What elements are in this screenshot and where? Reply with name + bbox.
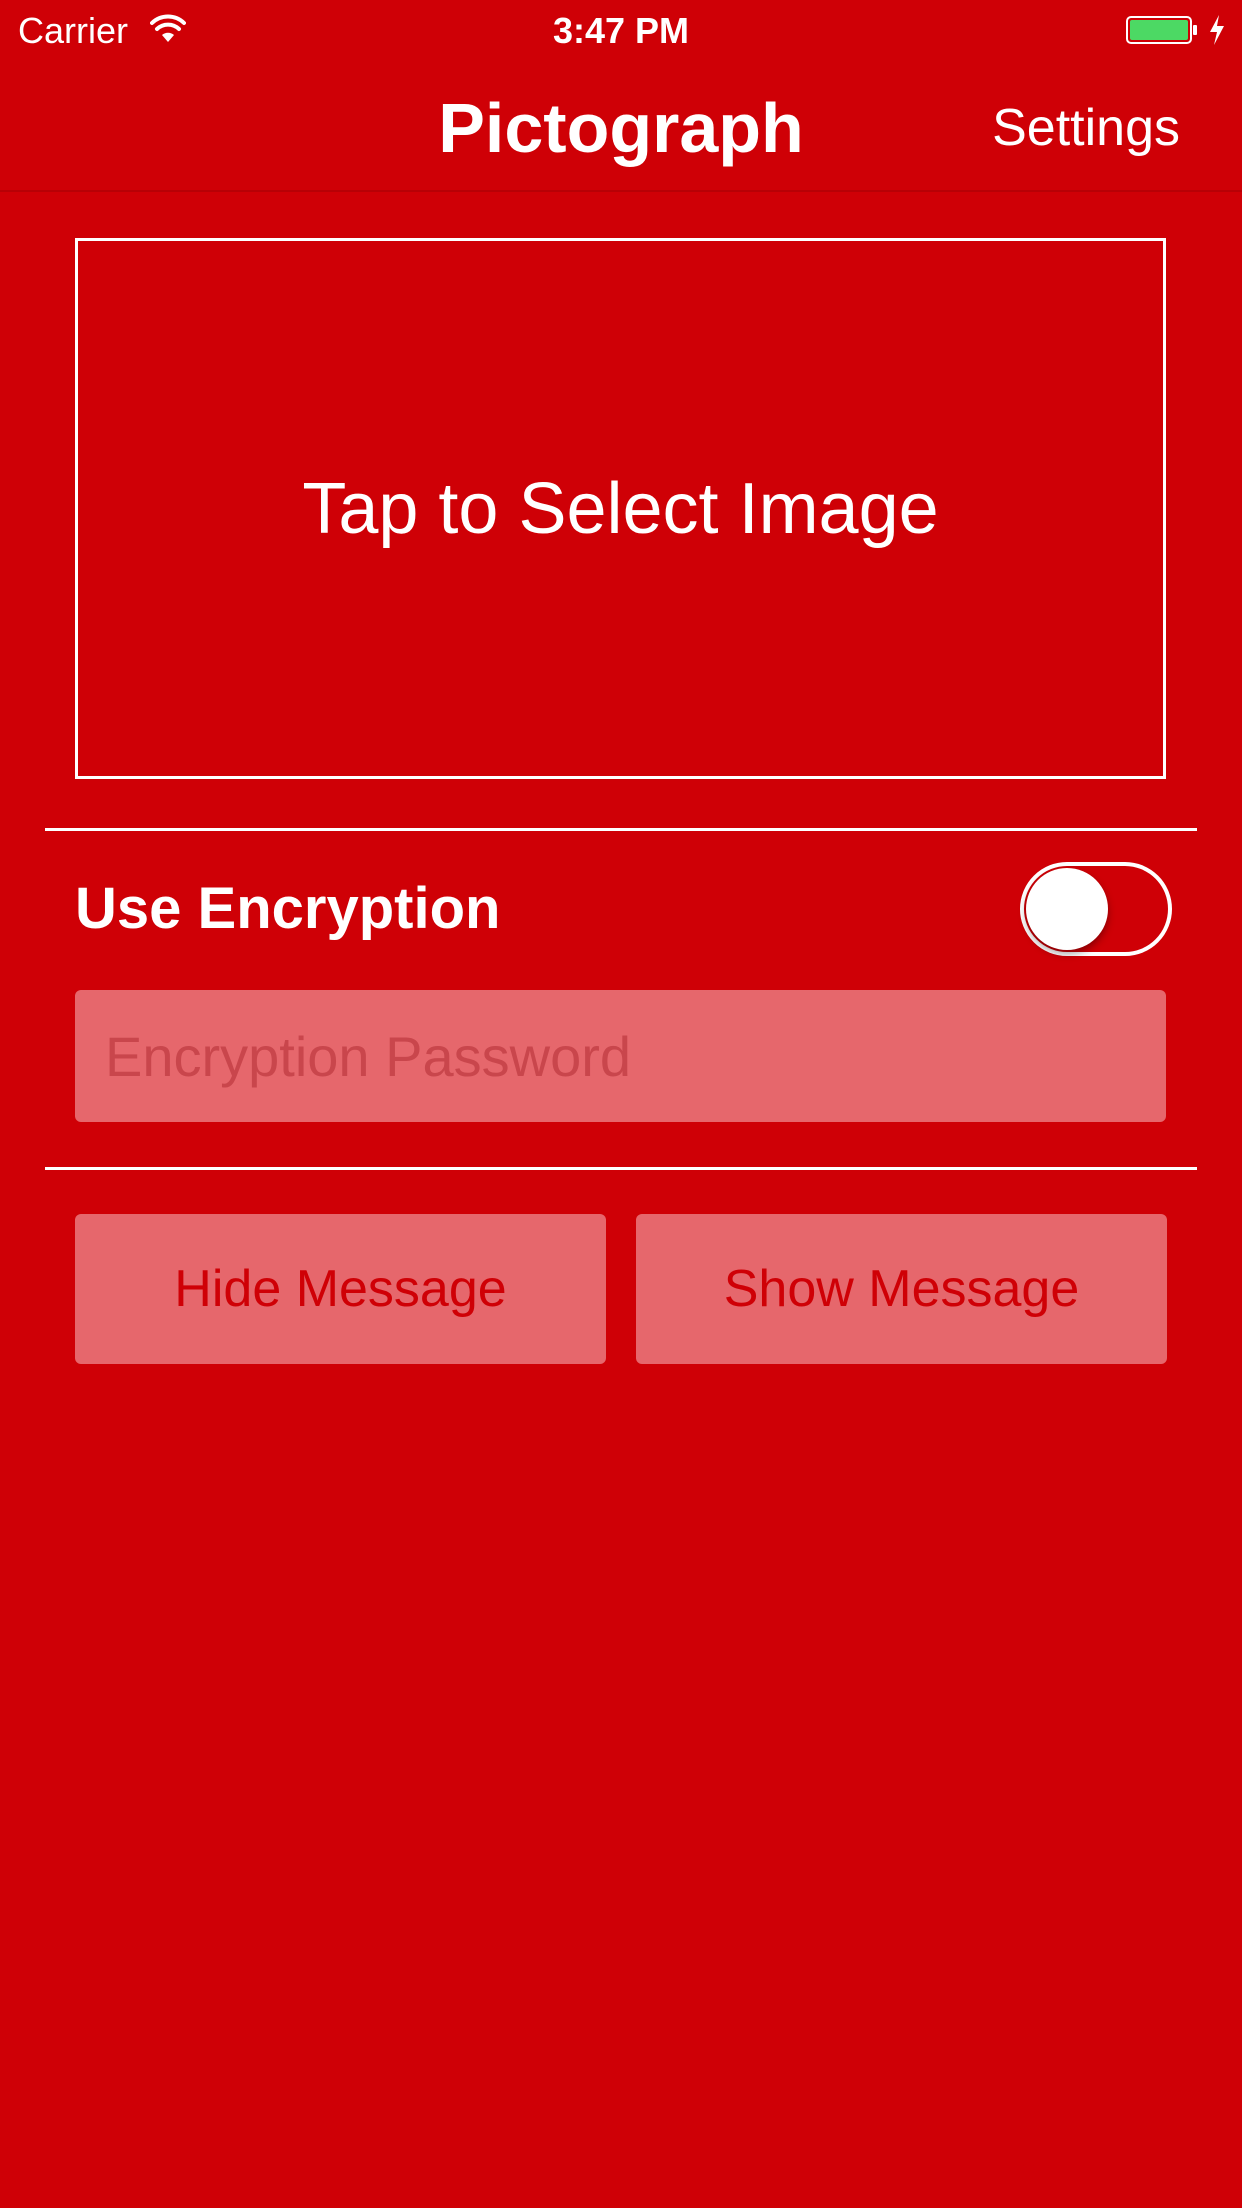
charging-bolt-icon bbox=[1210, 15, 1224, 45]
status-time: 3:47 PM bbox=[552, 10, 690, 51]
divider bbox=[45, 1167, 1197, 1170]
status-bar: Carrier 3:47 PM bbox=[0, 0, 1242, 60]
battery-icon bbox=[1126, 16, 1197, 44]
settings-button[interactable]: Settings bbox=[992, 96, 1180, 160]
encryption-toggle[interactable] bbox=[1020, 862, 1172, 956]
toggle-knob bbox=[1026, 868, 1108, 950]
navigation-bar: Pictograph Settings bbox=[0, 60, 1242, 192]
select-image-area[interactable]: Tap to Select Image bbox=[75, 238, 1166, 779]
select-image-label: Tap to Select Image bbox=[302, 468, 939, 549]
show-message-button[interactable]: Show Message bbox=[636, 1214, 1167, 1364]
encryption-password-field[interactable] bbox=[75, 990, 1166, 1122]
divider bbox=[45, 828, 1197, 831]
use-encryption-label: Use Encryption bbox=[75, 876, 501, 941]
hide-message-button[interactable]: Hide Message bbox=[75, 1214, 606, 1364]
